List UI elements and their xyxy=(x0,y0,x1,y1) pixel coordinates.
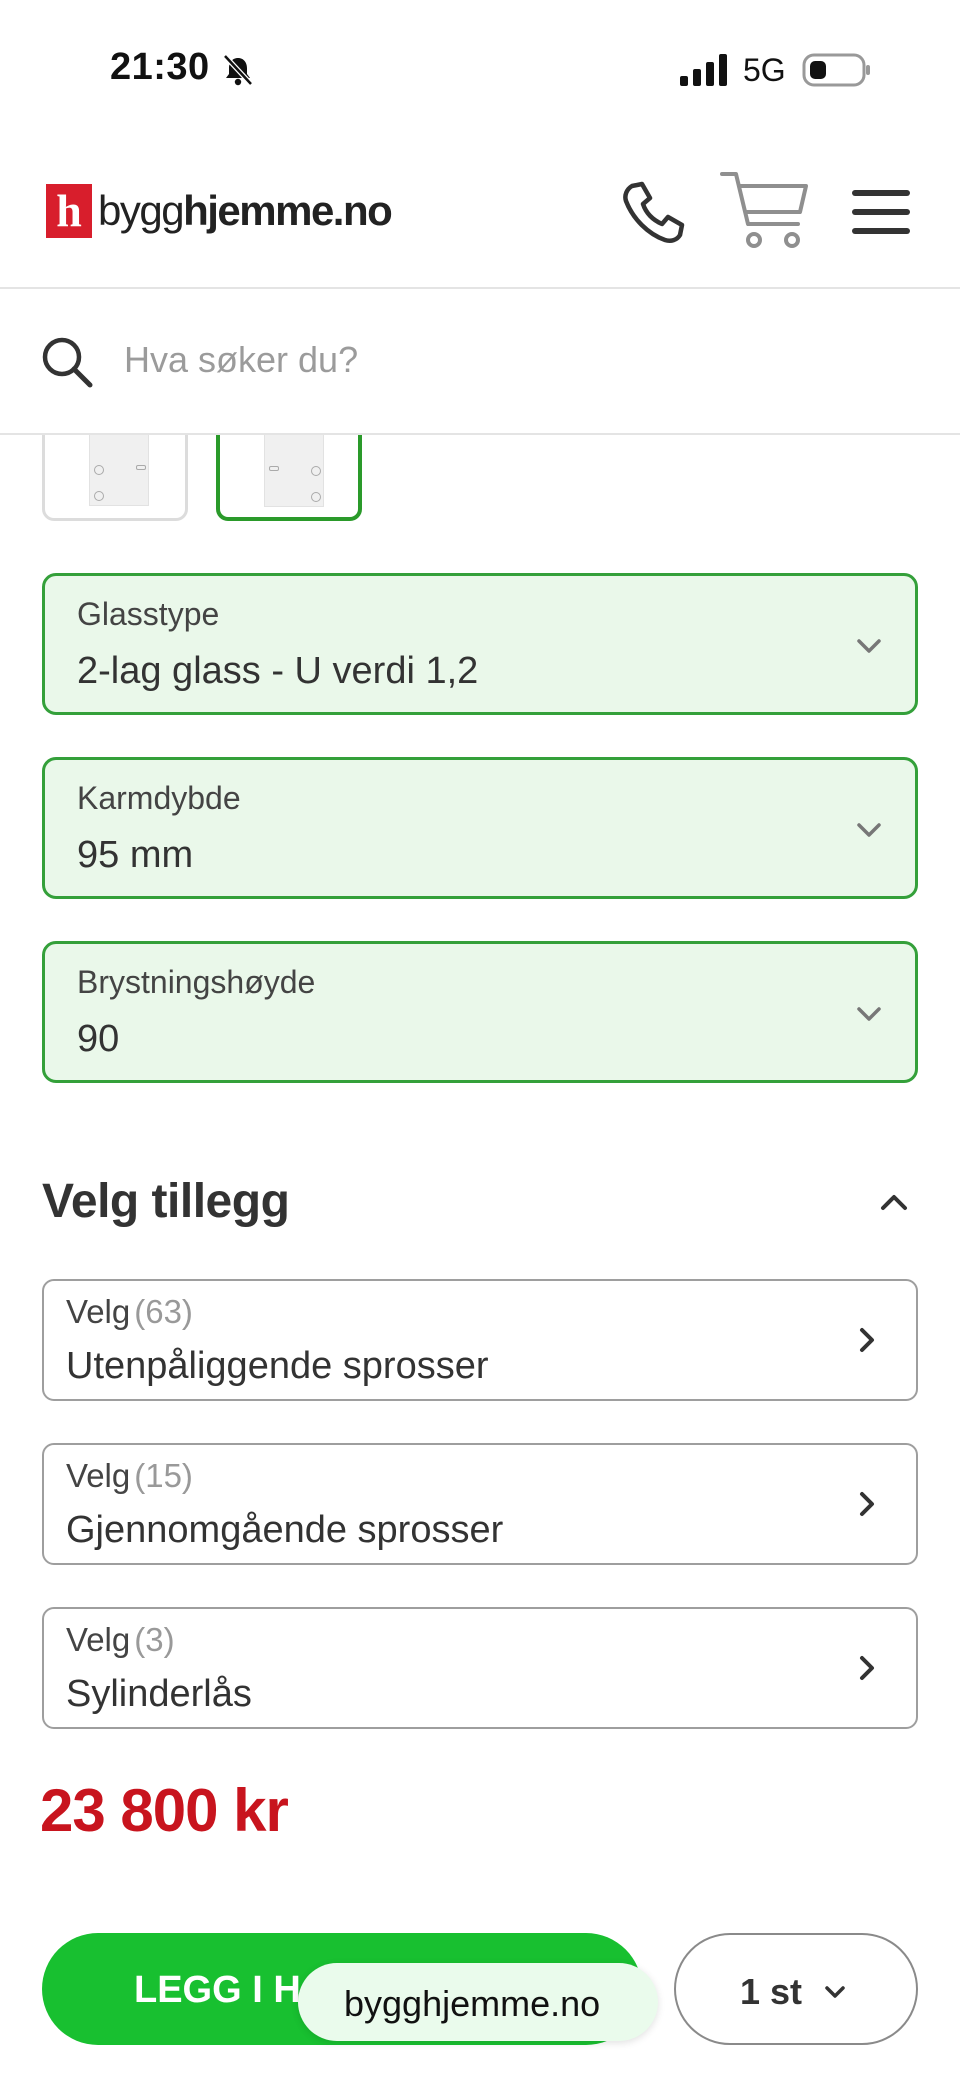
chevron-down-icon xyxy=(857,639,881,653)
search-icon xyxy=(42,337,93,388)
status-time: 21:30 xyxy=(110,46,210,88)
battery-icon xyxy=(802,53,870,87)
search-bar[interactable]: Hva søker du? xyxy=(0,289,960,435)
select-label: Glasstype xyxy=(77,596,220,632)
product-thumbnail-selected[interactable] xyxy=(216,435,362,521)
phone-icon[interactable] xyxy=(618,178,688,248)
browser-url-pill[interactable]: bygghjemme.no xyxy=(298,1963,658,2041)
bell-muted-icon xyxy=(223,54,253,86)
addon-name: Utenpåliggende sprosser xyxy=(66,1345,489,1387)
chevron-down-icon xyxy=(857,1007,881,1021)
hamburger-menu-icon[interactable] xyxy=(852,188,910,236)
chevron-right-icon xyxy=(860,1492,874,1516)
chevron-right-icon xyxy=(860,1656,874,1680)
addon-count: (15) xyxy=(134,1457,193,1494)
product-thumbnail[interactable] xyxy=(42,435,188,521)
url-domain: bygghjemme.no xyxy=(344,1983,601,2024)
glasstype-select[interactable]: Glasstype 2-lag glass - U verdi 1,2 xyxy=(42,573,918,715)
site-header: h bygg hjemme.no xyxy=(0,140,960,289)
addons-section-title: Velg tillegg xyxy=(42,1175,290,1228)
addon-sylinderlas[interactable]: Velg (3) Sylinderlås xyxy=(42,1607,918,1729)
select-label: Karmdybde xyxy=(77,780,241,816)
chevron-right-icon xyxy=(860,1328,874,1352)
chevron-up-icon[interactable] xyxy=(876,1184,912,1220)
chevron-down-icon xyxy=(825,1986,845,1998)
quantity-value: 1 st xyxy=(740,1971,803,2012)
network-label: 5G xyxy=(743,52,786,88)
chevron-down-icon xyxy=(857,823,881,837)
addon-name: Sylinderlås xyxy=(66,1673,252,1715)
addon-label: Velg (63) xyxy=(66,1293,193,1330)
addon-count: (3) xyxy=(134,1621,175,1658)
site-logo[interactable]: h bygg hjemme.no xyxy=(46,184,393,238)
search-input[interactable]: Hva søker du? xyxy=(124,339,358,381)
status-bar: 21:30 5G xyxy=(0,0,960,140)
cart-icon[interactable] xyxy=(720,168,810,252)
door-image xyxy=(89,435,149,506)
addon-count: (63) xyxy=(134,1293,193,1330)
product-price: 23 800 kr xyxy=(40,1777,289,1844)
select-value: 95 mm xyxy=(77,834,194,876)
brystningshoyde-select[interactable]: Brystningshøyde 90 xyxy=(42,941,918,1083)
signal-icon xyxy=(680,54,727,86)
door-image xyxy=(264,435,324,507)
addon-label: Velg (15) xyxy=(66,1457,193,1494)
select-label: Brystningshøyde xyxy=(77,964,316,1000)
addon-name: Gjennomgående sprosser xyxy=(66,1509,504,1551)
addon-gjennomgaende-sprosser[interactable]: Velg (15) Gjennomgående sprosser xyxy=(42,1443,918,1565)
addon-label: Velg (3) xyxy=(66,1621,175,1658)
select-value: 90 xyxy=(77,1018,120,1060)
add-to-cart-label: LEGG I H xyxy=(134,1969,301,2011)
addon-utenpaliggende-sprosser[interactable]: Velg (63) Utenpåliggende sprosser xyxy=(42,1279,918,1401)
logo-text: bygg hjemme.no xyxy=(98,187,393,234)
quantity-select[interactable]: 1 st xyxy=(674,1933,918,2045)
select-value: 2-lag glass - U verdi 1,2 xyxy=(77,650,479,692)
karmdybde-select[interactable]: Karmdybde 95 mm xyxy=(42,757,918,899)
logo-mark: h xyxy=(46,184,92,238)
product-thumbnails xyxy=(0,435,960,535)
